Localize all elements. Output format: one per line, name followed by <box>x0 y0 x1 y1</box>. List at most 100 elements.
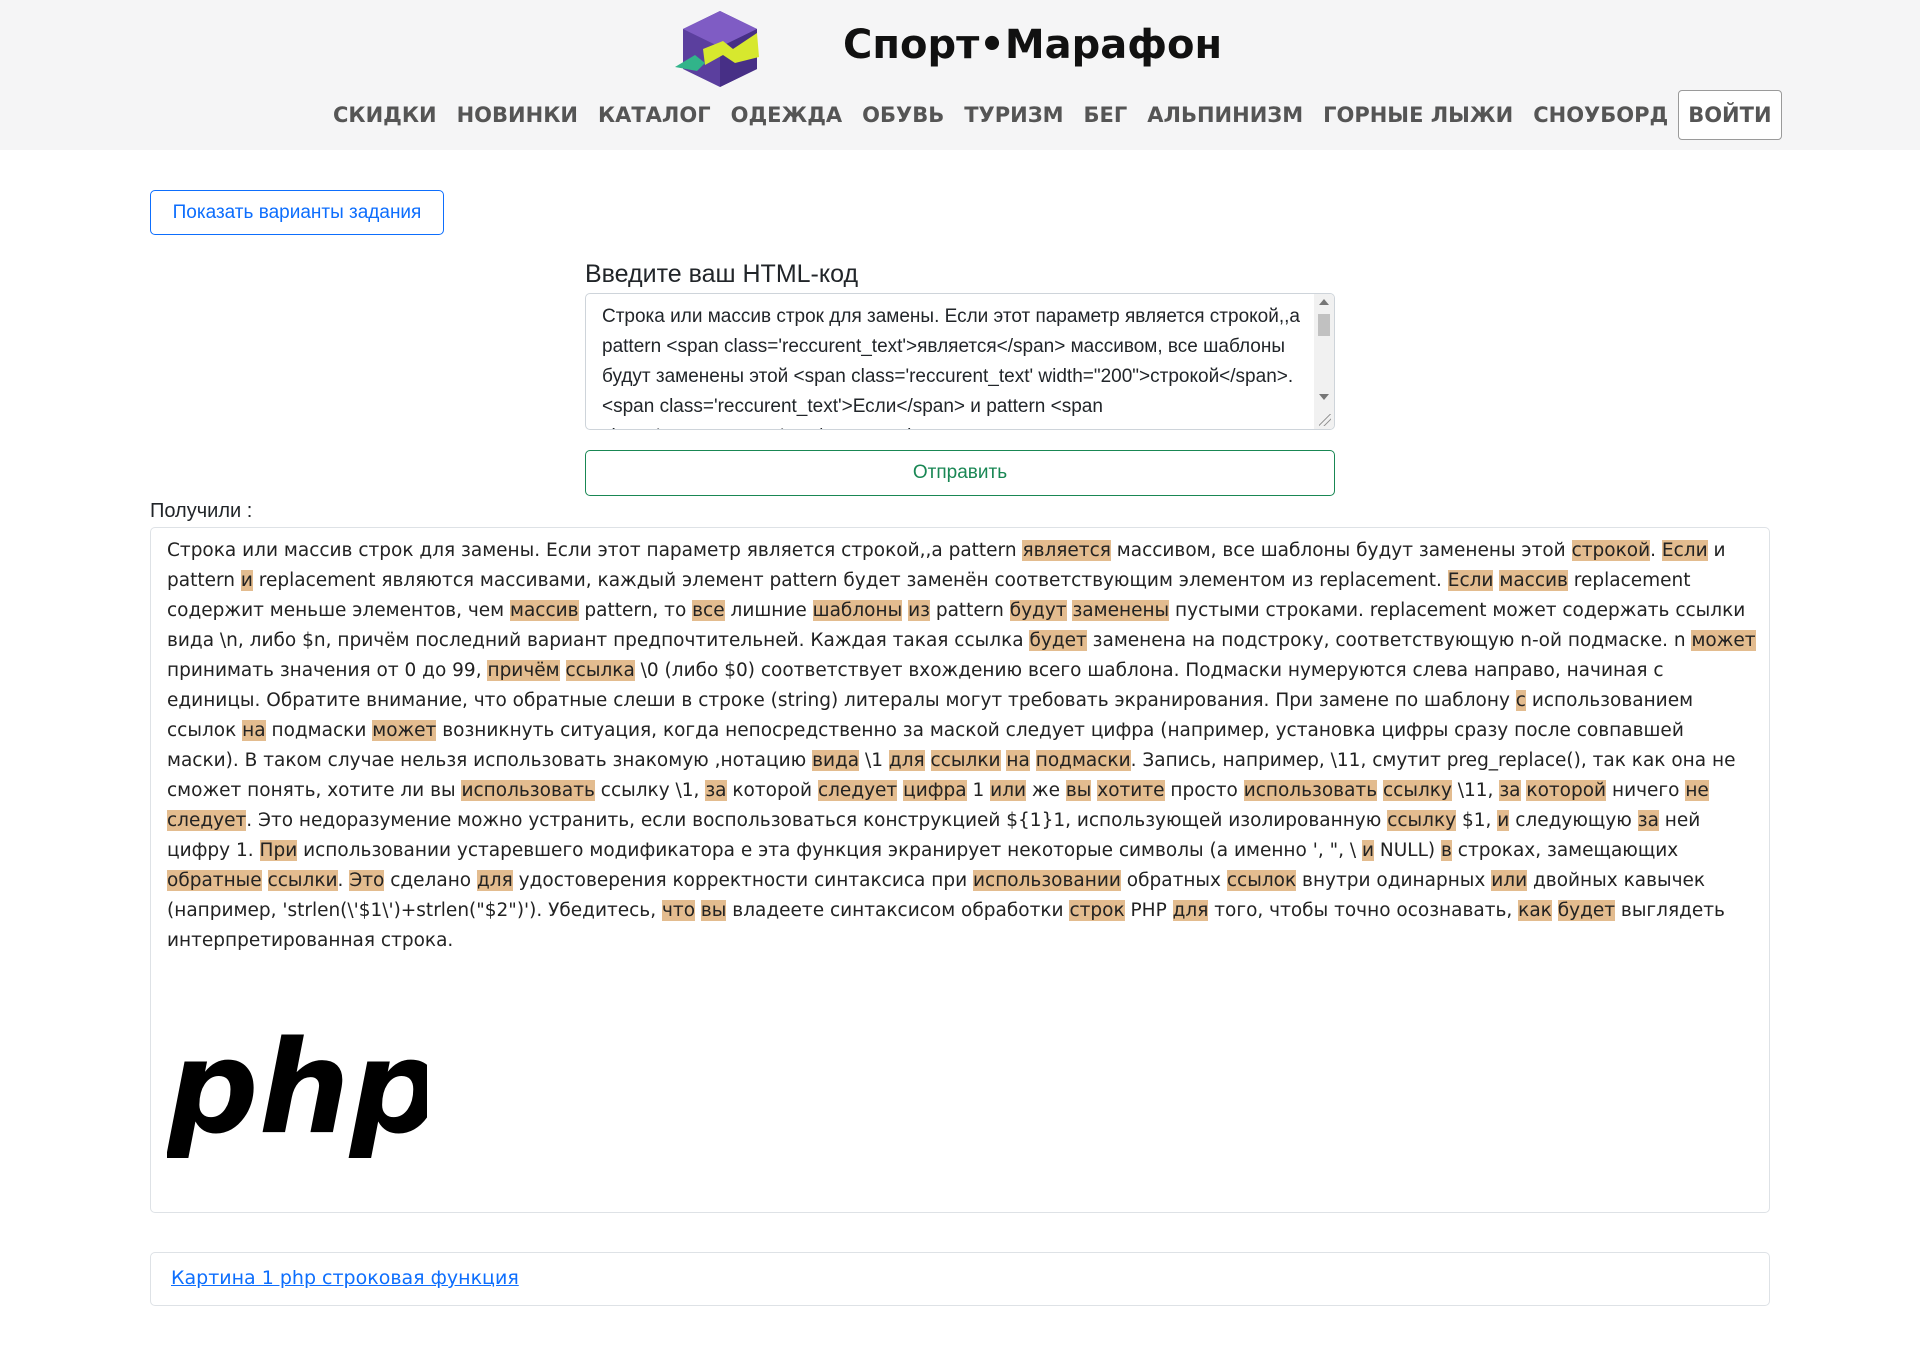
highlighted-word: вы <box>700 900 727 921</box>
result-text-segment: которой <box>726 780 818 801</box>
result-output: Строка или массив строк для замены. Если… <box>150 527 1770 1213</box>
highlighted-word: и <box>1361 840 1374 861</box>
result-text-segment <box>262 870 268 891</box>
login-button[interactable]: ВОЙТИ <box>1678 90 1782 140</box>
highlighted-word: массив <box>1499 570 1568 591</box>
highlighted-word: Если <box>1447 570 1494 591</box>
result-text-segment: PHP <box>1124 900 1173 921</box>
result-text-segment: replacement являются массивами, каждый э… <box>252 570 1448 591</box>
nav-item-catalog[interactable]: КАТАЛОГ <box>598 103 711 127</box>
highlighted-word: использовать <box>1243 780 1378 801</box>
highlighted-word: следует <box>817 780 898 801</box>
highlighted-word: обратные <box>167 870 262 891</box>
highlighted-word: заменены <box>1072 600 1170 621</box>
highlighted-word: ссылки <box>930 750 1001 771</box>
result-text-segment: следующую <box>1509 810 1638 831</box>
highlighted-word: является <box>1022 540 1111 561</box>
highlighted-word: на <box>1006 750 1030 771</box>
result-text-segment: сделано <box>384 870 478 891</box>
nav-item-clothes[interactable]: ОДЕЖДА <box>731 103 843 127</box>
scroll-thumb[interactable] <box>1318 314 1330 336</box>
highlighted-word: за <box>1637 810 1659 831</box>
site-header: Спорт•Марафон СКИДКИ НОВИНКИ КАТАЛОГ ОДЕ… <box>0 0 1920 150</box>
highlighted-word: с <box>1515 690 1526 711</box>
result-text-segment: использовании устаревшего модификатора e… <box>297 840 1362 861</box>
highlighted-word: следует <box>167 810 247 831</box>
submit-button[interactable]: Отправить <box>585 450 1335 496</box>
highlighted-word: хотите <box>1097 780 1165 801</box>
result-text-segment: просто <box>1164 780 1244 801</box>
highlighted-word: строкой <box>1571 540 1651 561</box>
result-text-segment: же <box>1026 780 1066 801</box>
result-text-segment: . <box>337 870 350 891</box>
highlighted-word: вида <box>812 750 860 771</box>
highlighted-word: для <box>1172 900 1209 921</box>
result-text-segment: лишние <box>724 600 813 621</box>
result-text-segment: \11, <box>1451 780 1500 801</box>
highlighted-word: в <box>1440 840 1452 861</box>
highlighted-word: использовании <box>973 870 1121 891</box>
resize-grip-icon[interactable] <box>1319 414 1331 426</box>
result-text-segment: принимать значения от 0 до 99, <box>167 660 488 681</box>
highlighted-word: причём <box>487 660 560 681</box>
result-text-segment: удостоверения корректности синтаксиса пр… <box>512 870 973 891</box>
result-text-segment <box>560 660 566 681</box>
svg-text:php: php <box>167 1028 427 1158</box>
highlighted-word: может <box>1691 630 1756 651</box>
highlighted-word: строк <box>1069 900 1125 921</box>
result-text-segment: заменена на подстроку, соответствующую n… <box>1086 630 1692 651</box>
highlighted-word: При <box>259 840 298 861</box>
highlighted-word: Это <box>349 870 385 891</box>
highlighted-word: для <box>477 870 513 891</box>
highlighted-word: или <box>1491 870 1528 891</box>
highlighted-word: из <box>908 600 930 621</box>
hexagon-logo-icon[interactable] <box>675 9 765 89</box>
highlighted-word: массив <box>509 600 579 621</box>
result-text-segment: $1, <box>1456 810 1498 831</box>
highlighted-word: или <box>990 780 1027 801</box>
nav-item-running[interactable]: БЕГ <box>1084 103 1128 127</box>
highlighted-word: ссылка <box>565 660 635 681</box>
nav-item-tourism[interactable]: ТУРИЗМ <box>964 103 1063 127</box>
result-text-segment: 1 <box>966 780 991 801</box>
highlighted-word: будет <box>1029 630 1087 651</box>
html-code-textarea[interactable]: Строка или массив строк для замены. Если… <box>585 293 1335 430</box>
result-text-segment: ничего <box>1606 780 1686 801</box>
nav-item-snowboard[interactable]: СНОУБОРД <box>1533 103 1668 127</box>
highlighted-word: шаблоны <box>812 600 903 621</box>
caption-card: Картина 1 php строковая функция <box>150 1252 1770 1306</box>
highlighted-word: не <box>1685 780 1709 801</box>
html-code-value[interactable]: Строка или массив строк для замены. Если… <box>602 302 1302 429</box>
main-nav: СКИДКИ НОВИНКИ КАТАЛОГ ОДЕЖДА ОБУВЬ ТУРИ… <box>333 88 1782 142</box>
highlighted-word: все <box>692 600 725 621</box>
highlighted-word: будут <box>1009 600 1067 621</box>
show-variants-button[interactable]: Показать варианты задания <box>150 190 444 235</box>
highlighted-word: может <box>372 720 437 741</box>
result-text-segment: NULL) <box>1374 840 1441 861</box>
nav-item-ski[interactable]: ГОРНЫЕ ЛЫЖИ <box>1323 103 1513 127</box>
result-text-segment <box>1552 900 1558 921</box>
scroll-up-arrow-icon[interactable] <box>1319 299 1329 305</box>
textarea-scrollbar[interactable] <box>1314 294 1334 429</box>
caption-link[interactable]: Картина 1 php строковая функция <box>171 1267 519 1289</box>
nav-item-discounts[interactable]: СКИДКИ <box>333 103 437 127</box>
nav-item-new[interactable]: НОВИНКИ <box>457 103 578 127</box>
highlighted-word: ссылок <box>1226 870 1297 891</box>
nav-item-alpinism[interactable]: АЛЬПИНИЗМ <box>1147 103 1303 127</box>
nav-item-shoes[interactable]: ОБУВЬ <box>862 103 944 127</box>
result-text-segment <box>925 750 931 771</box>
scroll-down-arrow-icon[interactable] <box>1319 394 1329 400</box>
result-text-segment: того, чтобы точно осознавать, <box>1208 900 1519 921</box>
result-label: Получили : <box>150 500 253 522</box>
editor-title: Введите ваш HTML-код <box>585 260 859 288</box>
highlighted-word: за <box>705 780 727 801</box>
brand-name[interactable]: Спорт•Марафон <box>843 22 1222 68</box>
result-text-segment: . Это недоразумение можно устранить, есл… <box>246 810 1388 831</box>
result-text: Строка или массив строк для замены. Если… <box>167 536 1757 956</box>
highlighted-word: вы <box>1065 780 1092 801</box>
result-text-segment: подмаски <box>265 720 373 741</box>
highlighted-word: цифра <box>903 780 967 801</box>
highlighted-word: что <box>661 900 696 921</box>
highlighted-word: использовать <box>461 780 595 801</box>
highlighted-word: и <box>1497 810 1510 831</box>
